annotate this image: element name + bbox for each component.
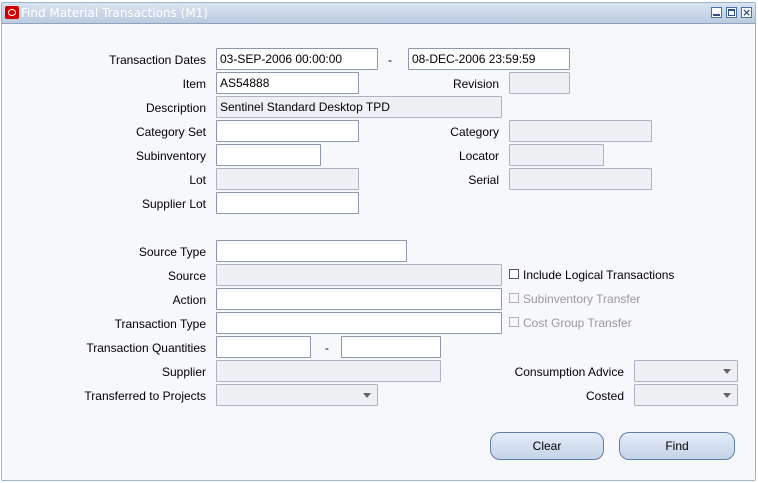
revision-field[interactable] (509, 72, 570, 94)
maximize-button[interactable] (726, 7, 737, 18)
supplier-lot-field[interactable] (216, 192, 359, 214)
source-type-label: Source Type (138, 245, 206, 259)
costed-select[interactable] (634, 384, 738, 406)
consumption-advice-label: Consumption Advice (514, 365, 624, 379)
consumption-advice-select[interactable] (634, 360, 738, 382)
costed-label: Costed (585, 389, 624, 403)
source-label: Source (167, 269, 206, 283)
cost-group-transfer-checkbox (509, 317, 519, 327)
category-field[interactable] (509, 120, 652, 142)
serial-field[interactable] (509, 168, 652, 190)
supplier-field[interactable] (216, 360, 441, 382)
transaction-quantity-from-field[interactable] (216, 336, 311, 358)
source-field[interactable] (216, 264, 502, 286)
category-label: Category (450, 125, 499, 139)
find-button[interactable]: Find (619, 432, 735, 460)
close-button[interactable]: × (741, 7, 752, 18)
lot-field[interactable] (216, 168, 359, 190)
transferred-to-projects-label: Transferred to Projects (84, 389, 206, 403)
subinventory-transfer-checkbox (509, 293, 519, 303)
locator-label: Locator (458, 149, 499, 163)
oracle-icon (5, 6, 19, 19)
source-type-field[interactable] (216, 240, 407, 262)
date-range-dash: - (388, 53, 392, 67)
transaction-quantities-label: Transaction Quantities (86, 341, 206, 355)
serial-label: Serial (468, 173, 499, 187)
subinventory-transfer-label: Subinventory Transfer (523, 292, 641, 306)
supplier-lot-label: Supplier Lot (141, 197, 206, 211)
subinventory-field[interactable] (216, 144, 321, 166)
window-title: Find Material Transactions (M1) (21, 6, 209, 20)
item-label: Item (182, 77, 206, 91)
transaction-type-label: Transaction Type (114, 317, 206, 331)
transaction-dates-label: Transaction Dates (109, 53, 206, 67)
title-bar: Find Material Transactions (M1) × (2, 3, 755, 24)
quantity-range-dash: - (325, 341, 329, 355)
revision-label: Revision (452, 77, 499, 91)
supplier-label: Supplier (161, 365, 206, 379)
action-label: Action (172, 293, 206, 307)
category-set-field[interactable] (216, 120, 359, 142)
action-field[interactable] (216, 288, 502, 310)
transaction-type-field[interactable] (216, 312, 502, 334)
transaction-quantity-to-field[interactable] (341, 336, 441, 358)
lot-label: Lot (189, 173, 206, 187)
subinventory-label: Subinventory (135, 149, 206, 163)
clear-button[interactable]: Clear (490, 432, 604, 460)
description-label: Description (145, 101, 206, 115)
minimize-button[interactable] (711, 7, 722, 18)
include-logical-checkbox[interactable] (509, 269, 519, 279)
item-field[interactable]: AS54888 (216, 72, 359, 94)
locator-field[interactable] (509, 144, 604, 166)
transferred-to-projects-select[interactable] (216, 384, 378, 406)
include-logical-label: Include Logical Transactions (523, 268, 675, 282)
category-set-label: Category Set (135, 125, 206, 139)
cost-group-transfer-label: Cost Group Transfer (523, 316, 632, 330)
transaction-date-from-field[interactable]: 03-SEP-2006 00:00:00 (216, 48, 378, 70)
description-field: Sentinel Standard Desktop TPD (216, 96, 502, 118)
transaction-date-to-field[interactable]: 08-DEC-2006 23:59:59 (408, 48, 570, 70)
